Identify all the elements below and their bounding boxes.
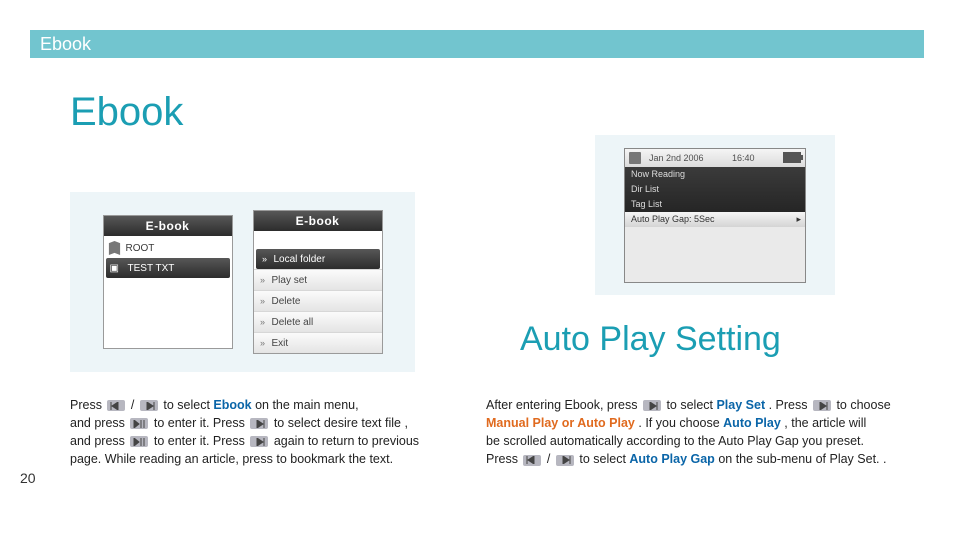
- manual-page: Ebook Ebook E-book ROOT ▣ TEST TXT E-boo…: [0, 0, 954, 534]
- text: Press: [70, 398, 105, 412]
- doc-icon: ▣: [110, 263, 124, 274]
- ebook-screenshot-card: E-book ROOT ▣ TEST TXT E-book » Local fo…: [70, 192, 415, 372]
- list-item-selected: ▣ TEST TXT: [106, 258, 230, 278]
- chevron-icon: »: [258, 296, 268, 306]
- list-item-label: TEST TXT: [128, 263, 175, 274]
- section-title-autoplay: Auto Play Setting: [520, 320, 781, 359]
- list-item: ROOT: [104, 238, 232, 258]
- text: Press: [486, 452, 521, 466]
- play-pause-icon: [130, 418, 148, 429]
- next-track-icon: [556, 455, 574, 466]
- text: /: [131, 398, 138, 412]
- device-panel-title: E-book: [254, 211, 382, 231]
- section-title-ebook: Ebook: [70, 90, 183, 135]
- text: to choose: [836, 398, 890, 412]
- next-track-icon: [140, 400, 158, 411]
- next-track-icon: [250, 418, 268, 429]
- text: and press: [70, 416, 128, 430]
- device-panel-menu: E-book » Local folder » Play set » Delet…: [253, 210, 383, 354]
- prev-track-icon: [107, 400, 125, 411]
- menu-item: » Exit: [254, 332, 382, 353]
- menu-item-label: Local folder: [274, 254, 326, 265]
- device-panel-file-browser: E-book ROOT ▣ TEST TXT: [103, 215, 233, 349]
- text: on the sub-menu of Play Set. .: [718, 452, 886, 466]
- menu-item: Tag List: [625, 197, 805, 212]
- instruction-paragraph-right: After entering Ebook, press to select Pl…: [486, 396, 931, 469]
- battery-icon: [783, 152, 801, 163]
- keyword-ebook: Ebook: [213, 398, 251, 412]
- status-time: 16:40: [732, 153, 755, 163]
- header-band: Ebook: [30, 30, 924, 58]
- text: to select: [666, 398, 716, 412]
- device-panel-autoplay: Jan 2nd 2006 16:40 Now Reading Dir List …: [624, 148, 806, 283]
- next-track-icon: [643, 400, 661, 411]
- menu-item-label: Exit: [272, 338, 289, 349]
- text: . If you choose: [638, 416, 723, 430]
- chevron-icon: »: [258, 275, 268, 285]
- chevron-icon: »: [260, 254, 270, 264]
- menu-item-label: Dir List: [631, 184, 659, 194]
- instruction-paragraph-left: Press / to select Ebook on the main menu…: [70, 396, 440, 469]
- text: be scrolled automatically according to t…: [486, 434, 864, 448]
- status-bar: Jan 2nd 2006 16:40: [625, 149, 805, 167]
- text: page. While reading an article, press to…: [70, 452, 393, 466]
- text: to select: [163, 398, 213, 412]
- autoplay-screenshot-card: Jan 2nd 2006 16:40 Now Reading Dir List …: [595, 135, 835, 295]
- next-track-icon: [250, 436, 268, 447]
- text: to select: [579, 452, 629, 466]
- menu-item-label: Auto Play Gap: 5Sec: [631, 214, 715, 224]
- keyword-auto-play-gap: Auto Play Gap: [629, 452, 714, 466]
- text: and press: [70, 434, 128, 448]
- menu-item-label: Play set: [272, 275, 308, 286]
- menu-item-selected: Auto Play Gap: 5Sec ▸: [625, 212, 805, 227]
- menu-item: » Delete all: [254, 311, 382, 332]
- text: to select desire text file ,: [274, 416, 408, 430]
- keyword-playset: Play Set: [716, 398, 765, 412]
- menu-item-label: Tag List: [631, 199, 662, 209]
- header-section-label: Ebook: [40, 34, 91, 55]
- device-autoplay-menu: Now Reading Dir List Tag List Auto Play …: [625, 167, 805, 227]
- book-icon: [108, 241, 122, 255]
- menu-item: Now Reading: [625, 167, 805, 182]
- text: /: [547, 452, 554, 466]
- chevron-icon: »: [258, 317, 268, 327]
- device-panel2-body: » Local folder » Play set » Delete » Del…: [254, 231, 382, 353]
- device-panel1-body: ROOT ▣ TEST TXT: [104, 236, 232, 348]
- text: , the article will: [784, 416, 866, 430]
- status-date: Jan 2nd 2006: [649, 153, 704, 163]
- play-pause-icon: [130, 436, 148, 447]
- menu-item: » Delete: [254, 290, 382, 311]
- keyword-autoplay: Auto Play: [723, 416, 781, 430]
- book-icon: [629, 152, 641, 164]
- text: to enter it. Press: [154, 434, 248, 448]
- text: to enter it. Press: [154, 416, 248, 430]
- menu-item-label: Now Reading: [631, 169, 685, 179]
- text: again to return to previous: [274, 434, 419, 448]
- menu-item-label: Delete: [272, 296, 301, 307]
- menu-item-label: Delete all: [272, 317, 314, 328]
- keyword-manual-auto-play: Manual Play or Auto Play: [486, 416, 635, 430]
- device-panel-title: E-book: [104, 216, 232, 236]
- page-number: 20: [20, 470, 36, 486]
- next-track-icon: [813, 400, 831, 411]
- menu-item: » Play set: [254, 269, 382, 290]
- prev-track-icon: [523, 455, 541, 466]
- text: After entering Ebook, press: [486, 398, 641, 412]
- list-item-label: ROOT: [126, 243, 155, 254]
- menu-item: Dir List: [625, 182, 805, 197]
- chevron-right-icon: ▸: [796, 214, 801, 225]
- text: on the main menu,: [255, 398, 359, 412]
- menu-item-selected: » Local folder: [256, 249, 380, 269]
- text: . Press: [769, 398, 811, 412]
- chevron-icon: »: [258, 338, 268, 348]
